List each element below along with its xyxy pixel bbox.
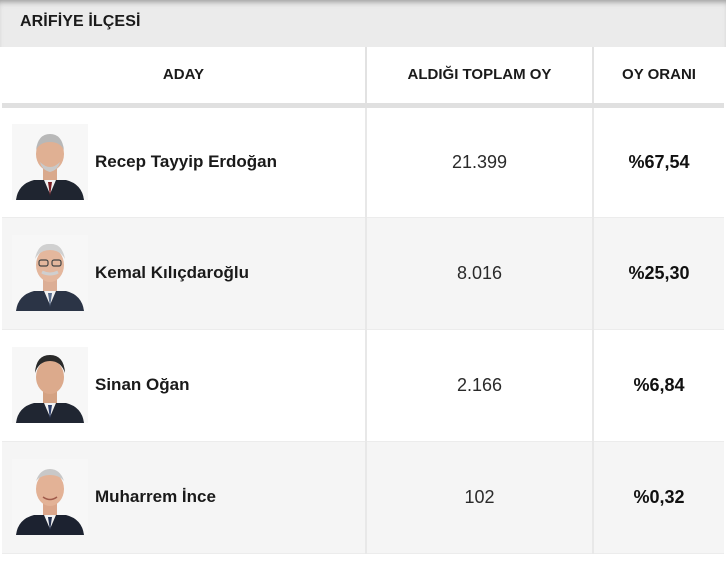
candidate-cell: Sinan Oğan bbox=[2, 329, 367, 441]
vote-rate: %0,32 bbox=[593, 441, 724, 553]
results-panel: ARİFİYE İLÇESİ ADAY ALDIĞI TOPLAM OY OY … bbox=[0, 0, 726, 561]
vote-count: 8.016 bbox=[366, 217, 594, 329]
vote-rate: %67,54 bbox=[593, 105, 724, 217]
candidate-name: Muharrem İnce bbox=[95, 487, 216, 506]
column-header-total-votes: ALDIĞI TOPLAM OY bbox=[366, 47, 594, 108]
vote-rate: %25,30 bbox=[593, 217, 724, 329]
candidate-name: Kemal Kılıçdaroğlu bbox=[95, 263, 249, 282]
candidate-cell: Kemal Kılıçdaroğlu bbox=[2, 217, 367, 329]
district-title: ARİFİYE İLÇESİ bbox=[20, 13, 141, 30]
column-header-vote-rate: OY ORANI bbox=[593, 47, 724, 108]
vote-count: 2.166 bbox=[366, 329, 594, 441]
candidate-cell: Muharrem İnce bbox=[2, 441, 367, 553]
vote-count: 102 bbox=[366, 441, 594, 553]
candidate-name: Sinan Oğan bbox=[95, 375, 190, 394]
candidate-photo-icon bbox=[12, 347, 88, 423]
candidate-photo-icon bbox=[12, 235, 88, 311]
table-row: Recep Tayyip Erdoğan 21.399 %67,54 bbox=[2, 105, 724, 217]
candidate-cell: Recep Tayyip Erdoğan bbox=[2, 105, 367, 217]
vote-count: 21.399 bbox=[366, 105, 594, 217]
table-row: Sinan Oğan 2.166 %6,84 bbox=[2, 329, 724, 441]
results-table: ADAY ALDIĞI TOPLAM OY OY ORANI Recep Tay… bbox=[2, 47, 724, 554]
vote-rate: %6,84 bbox=[593, 329, 724, 441]
candidate-name: Recep Tayyip Erdoğan bbox=[95, 152, 278, 171]
table-row: Kemal Kılıçdaroğlu 8.016 %25,30 bbox=[2, 217, 724, 329]
table-row: Muharrem İnce 102 %0,32 bbox=[2, 441, 724, 553]
column-header-candidate: ADAY bbox=[2, 47, 367, 108]
candidate-photo-icon bbox=[12, 459, 88, 535]
table-header-row: ADAY ALDIĞI TOPLAM OY OY ORANI bbox=[2, 47, 724, 108]
district-header: ARİFİYE İLÇESİ bbox=[0, 0, 726, 47]
candidate-photo-icon bbox=[12, 124, 88, 200]
